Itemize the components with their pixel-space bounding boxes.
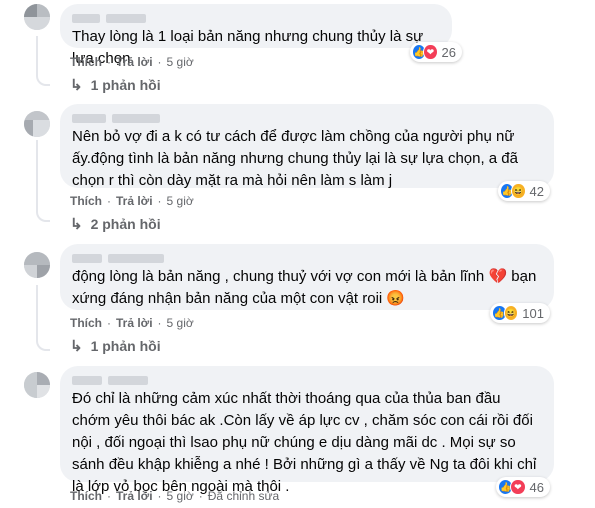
comment-actions: Thích · Trả lời · 5 giờ	[70, 194, 194, 208]
like-button[interactable]: Thích	[70, 194, 102, 208]
comment-author[interactable]	[72, 12, 440, 26]
comment-text: động lòng là bản năng , chung thuỷ với v…	[72, 268, 537, 307]
replies-count: 1 phản hồi	[90, 338, 161, 354]
comment-author[interactable]	[72, 112, 542, 126]
comment-time[interactable]: 5 giờ	[167, 55, 194, 69]
view-replies-button[interactable]: ↳ 2 phản hồi	[70, 215, 161, 233]
view-replies-button[interactable]: ↳ 1 phản hồi	[70, 337, 161, 355]
reply-button[interactable]: Trả lời	[116, 55, 153, 69]
reply-button[interactable]: Trả lời	[116, 194, 153, 208]
comment-actions: Thích · Trả lời · 5 giờ · Đã chỉnh sửa	[70, 489, 280, 503]
comment-time[interactable]: 5 giờ	[167, 489, 194, 503]
like-button[interactable]: Thích	[70, 55, 102, 69]
haha-icon: 😆	[511, 183, 526, 199]
reply-arrow-icon: ↳	[70, 77, 83, 94]
reaction-count: 26	[441, 44, 456, 60]
thread-curve	[36, 339, 50, 351]
comment-bubble: động lòng là bản năng , chung thuỷ với v…	[60, 244, 554, 310]
replies-count: 1 phản hồi	[90, 77, 161, 93]
reply-button[interactable]: Trả lời	[116, 489, 153, 503]
thread-line	[36, 285, 38, 339]
comment-bubble: Nên bỏ vợ đi a k có tư cách để được làm …	[60, 104, 554, 189]
like-button[interactable]: Thích	[70, 316, 102, 330]
thread-line	[36, 140, 38, 210]
avatar[interactable]	[24, 111, 50, 137]
reply-arrow-icon: ↳	[70, 216, 83, 233]
reaction-summary[interactable]: 👍 😆 101	[490, 303, 550, 323]
thread-curve	[36, 210, 50, 222]
love-icon: ❤	[510, 479, 526, 495]
comment-bubble: Đó chỉ là những cảm xúc nhất thời thoáng…	[60, 366, 554, 495]
reply-button[interactable]: Trả lời	[116, 316, 153, 330]
reaction-count: 42	[529, 183, 544, 199]
reaction-summary[interactable]: 👍 ❤ 26	[410, 42, 462, 62]
reply-arrow-icon: ↳	[70, 338, 83, 355]
comment-actions: Thích · Trả lời · 5 giờ	[70, 55, 194, 69]
avatar[interactable]	[24, 252, 50, 278]
comment-author[interactable]	[72, 374, 542, 388]
comment-text: Đó chỉ là những cảm xúc nhất thời thoáng…	[72, 390, 537, 495]
comment-bubble: Thay lòng là 1 loại bản năng nhưng chung…	[60, 4, 452, 67]
reaction-summary[interactable]: 👍 ❤ 46	[496, 477, 550, 497]
thread-curve	[36, 74, 50, 86]
comment-author[interactable]	[72, 252, 542, 266]
reaction-summary[interactable]: 👍 😆 42	[498, 181, 550, 201]
reaction-count: 101	[522, 305, 544, 321]
edited-label[interactable]: Đã chỉnh sửa	[208, 489, 279, 503]
comment-text: Nên bỏ vợ đi a k có tư cách để được làm …	[72, 128, 518, 189]
love-icon: ❤	[423, 44, 438, 60]
comment-actions: Thích · Trả lời · 5 giờ	[70, 316, 194, 330]
replies-count: 2 phản hồi	[90, 216, 161, 232]
view-replies-button[interactable]: ↳ 1 phản hồi	[70, 76, 161, 94]
avatar[interactable]	[24, 372, 50, 398]
reaction-count: 46	[529, 479, 544, 495]
haha-icon: 😆	[503, 305, 519, 321]
comment-time[interactable]: 5 giờ	[167, 194, 194, 208]
thread-line	[36, 36, 38, 74]
avatar[interactable]	[24, 4, 50, 30]
like-button[interactable]: Thích	[70, 489, 102, 503]
comment-time[interactable]: 5 giờ	[167, 316, 194, 330]
